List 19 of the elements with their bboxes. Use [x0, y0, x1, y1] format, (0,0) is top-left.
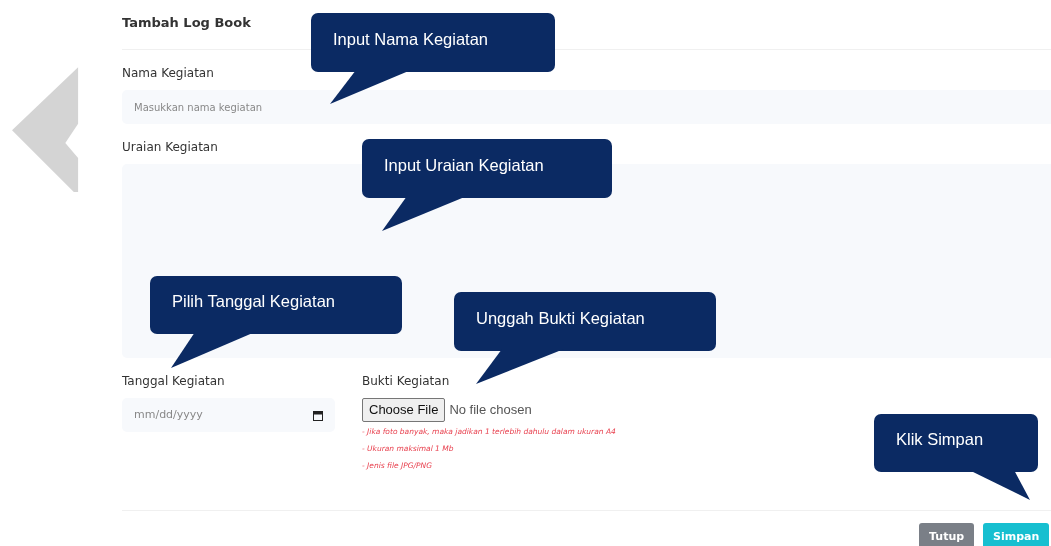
field-label: Tanggal Kegiatan [122, 373, 226, 390]
input-field[interactable]: Masukkan nama kegiatan [122, 90, 1051, 124]
placeholder-text: mm/dd/yyyy [134, 406, 203, 423]
modal-title: Tambah Log Book [122, 13, 251, 32]
save-button[interactable]: Simpan [983, 522, 1050, 546]
field-label: Nama Kegiatan [122, 65, 215, 82]
choose-file-button[interactable]: Choose File [362, 398, 446, 422]
callout-text: Klik Simpan [896, 429, 984, 449]
placeholder-text: Masukkan nama kegiatan [134, 100, 263, 115]
close-button[interactable]: Tutup [919, 522, 975, 546]
field-label: Bukti Kegiatan [362, 373, 451, 390]
file-status: No file chosen [449, 401, 532, 419]
callout-text: Pilih Tanggal Kegiatan [172, 291, 335, 311]
date-field[interactable]: mm/dd/yyyy [122, 398, 335, 432]
field-label: Uraian Kegiatan [122, 139, 219, 156]
calendar-icon[interactable] [313, 409, 323, 421]
callout-text: Input Nama Kegiatan [333, 28, 489, 49]
callout-text: Unggah Bukti Kegiatan [476, 307, 645, 328]
callout-text: Input Uraian Kegiatan [384, 154, 544, 175]
